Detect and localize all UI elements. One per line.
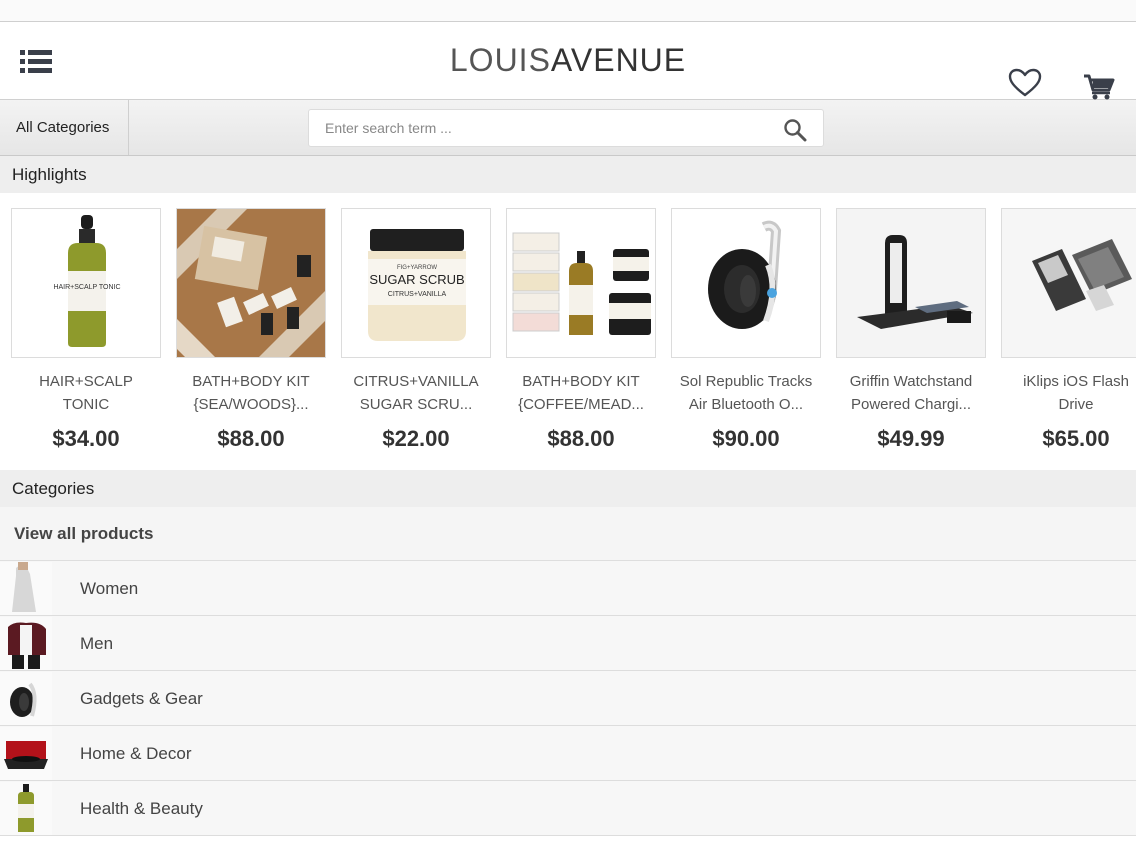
- all-categories-button[interactable]: All Categories: [0, 100, 129, 155]
- product-image: [1001, 208, 1136, 358]
- search-input[interactable]: [325, 110, 765, 146]
- product-name: {SEA/WOODS}...: [193, 396, 309, 413]
- category-item-home-decor[interactable]: Home & Decor: [0, 726, 1136, 781]
- product-price: $88.00: [547, 426, 615, 451]
- product-image: [506, 208, 656, 358]
- product-name: Drive: [1058, 396, 1094, 413]
- product-card[interactable]: Griffin Watchstand Powered Chargi... $49…: [836, 208, 986, 452]
- product-price: $90.00: [712, 426, 780, 451]
- highlights-carousel[interactable]: HAIR+SCALP TONIC HAIR+SCALP TONIC $34.00: [0, 193, 1136, 470]
- category-thumbnail: [0, 727, 52, 780]
- product-card[interactable]: BATH+BODY KIT {SEA/WOODS}... $88.00: [176, 208, 326, 452]
- category-item-gadgets-gear[interactable]: Gadgets & Gear: [0, 671, 1136, 726]
- product-name: BATH+BODY KIT: [522, 373, 640, 390]
- product-image: HAIR+SCALP TONIC: [11, 208, 161, 358]
- highlights-heading: Highlights: [0, 156, 1136, 193]
- product-name: {COFFEE/MEAD...: [518, 396, 644, 413]
- product-card[interactable]: FIG+YARROW SUGAR SCRUB CITRUS+VANILLA CI…: [341, 208, 491, 452]
- category-item-health-beauty[interactable]: Health & Beauty: [0, 781, 1136, 836]
- product-name: Air Bluetooth O...: [688, 396, 804, 413]
- category-thumbnail: [0, 617, 52, 670]
- product-name: SUGAR SCRU...: [359, 396, 473, 413]
- category-item-men[interactable]: Men: [0, 616, 1136, 671]
- category-thumbnail: [0, 782, 52, 835]
- product-image: FIG+YARROW SUGAR SCRUB CITRUS+VANILLA: [341, 208, 491, 358]
- product-name: Griffin Watchstand: [849, 373, 973, 390]
- product-name: iKlips iOS Flash: [1023, 373, 1129, 390]
- product-name: Sol Republic Tracks: [679, 373, 813, 390]
- tonic-label-text: HAIR+SCALP TONIC: [53, 284, 120, 291]
- product-image: [836, 208, 986, 358]
- product-name: CITRUS+VANILLA: [353, 373, 479, 390]
- product-price: $65.00: [1042, 426, 1110, 451]
- category-label: Home & Decor: [80, 744, 192, 763]
- product-name: TONIC: [62, 396, 110, 413]
- jar-title-text: SUGAR SCRUB: [369, 272, 464, 287]
- wishlist-heart-icon[interactable]: [1008, 68, 1042, 98]
- product-price: $88.00: [217, 426, 285, 451]
- search-bar: All Categories: [0, 100, 1136, 156]
- product-name: BATH+BODY KIT: [192, 373, 310, 390]
- search-box: [308, 109, 824, 147]
- jar-subtitle-text: CITRUS+VANILLA: [388, 291, 447, 298]
- categories-heading: Categories: [0, 470, 1136, 507]
- product-price: $49.99: [877, 426, 945, 451]
- shopping-cart-icon[interactable]: [1082, 72, 1116, 100]
- category-label: Health & Beauty: [80, 799, 203, 818]
- jar-brand-text: FIG+YARROW: [397, 265, 437, 271]
- search-icon[interactable]: [783, 118, 807, 142]
- product-card[interactable]: HAIR+SCALP TONIC HAIR+SCALP TONIC $34.00: [11, 208, 161, 452]
- product-card[interactable]: Sol Republic Tracks Air Bluetooth O... $…: [671, 208, 821, 452]
- product-image: [671, 208, 821, 358]
- status-strip: [0, 0, 1136, 22]
- product-image: [176, 208, 326, 358]
- product-price: $22.00: [382, 426, 450, 451]
- category-thumbnail: [0, 562, 52, 615]
- product-card[interactable]: BATH+BODY KIT {COFFEE/MEAD... $88.00: [506, 208, 656, 452]
- category-item-women[interactable]: Women: [0, 561, 1136, 616]
- app-header: LOUISAVENUE: [0, 22, 1136, 100]
- product-card[interactable]: iKlips iOS Flash Drive $65.00: [1001, 208, 1136, 452]
- category-label: Gadgets & Gear: [80, 689, 203, 708]
- product-name: HAIR+SCALP: [39, 373, 133, 390]
- product-price: $34.00: [52, 426, 120, 451]
- category-label: Men: [80, 634, 114, 653]
- product-name: Powered Chargi...: [850, 396, 972, 413]
- category-thumbnail: [0, 672, 52, 725]
- view-all-products-link[interactable]: View all products: [0, 507, 1136, 561]
- category-label: Women: [80, 579, 139, 598]
- brand-logo[interactable]: LOUISAVENUE: [0, 42, 1136, 79]
